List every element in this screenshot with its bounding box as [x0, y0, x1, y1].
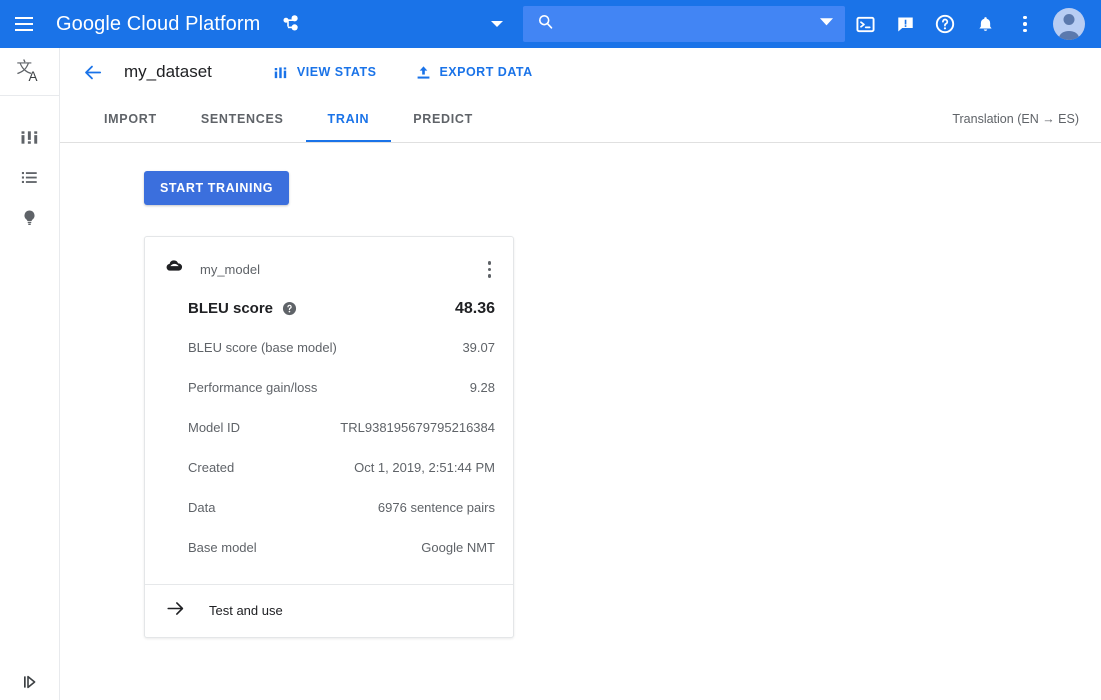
- list-icon: [20, 168, 39, 192]
- start-training-button[interactable]: START TRAINING: [144, 171, 289, 205]
- row-label: Model ID: [165, 420, 340, 435]
- left-rail: 文 A: [0, 48, 60, 700]
- app-root: Google Cloud Platform: [0, 0, 1101, 700]
- project-chevron-down-icon[interactable]: [477, 0, 517, 48]
- row-label: Performance gain/loss: [165, 380, 470, 395]
- model-card-body: BLEU score 48.36: [145, 286, 513, 584]
- sidebar-item-datasets[interactable]: [0, 160, 59, 200]
- tab-predict-label: PREDICT: [413, 112, 473, 126]
- tab-predict[interactable]: PREDICT: [391, 96, 495, 142]
- search-dropdown-chevron-down-icon[interactable]: [820, 15, 833, 33]
- model-card-more-options-icon[interactable]: [484, 257, 496, 282]
- row-value: Oct 1, 2019, 2:51:44 PM: [354, 460, 495, 475]
- row-label: Base model: [165, 540, 421, 555]
- tab-import[interactable]: IMPORT: [82, 96, 179, 142]
- table-row: Performance gain/loss 9.28: [165, 368, 495, 408]
- tab-train[interactable]: TRAIN: [306, 96, 392, 142]
- hamburger-menu-icon[interactable]: [0, 0, 48, 48]
- upload-icon: [416, 65, 431, 80]
- rail-item-list: [0, 96, 59, 240]
- bar-chart-icon: [274, 65, 289, 80]
- tab-import-label: IMPORT: [104, 112, 157, 126]
- help-icon[interactable]: [925, 0, 965, 48]
- row-value: 6976 sentence pairs: [378, 500, 495, 515]
- notifications-bell-icon[interactable]: [965, 0, 1005, 48]
- export-data-label: EXPORT DATA: [439, 65, 532, 79]
- table-row: Created Oct 1, 2019, 2:51:44 PM: [165, 448, 495, 488]
- tab-sentences-label: SENTENCES: [201, 112, 284, 126]
- bleu-score-row: BLEU score 48.36: [165, 286, 495, 328]
- row-label: Data: [165, 500, 378, 515]
- row-value: 9.28: [470, 380, 495, 395]
- bleu-score-value: 48.36: [455, 300, 495, 318]
- model-name-label: my_model: [200, 262, 484, 277]
- arrow-right-icon: [165, 598, 186, 624]
- view-stats-button[interactable]: VIEW STATS: [274, 65, 377, 80]
- view-stats-label: VIEW STATS: [297, 65, 377, 79]
- bleu-score-label-wrap: BLEU score: [165, 300, 455, 317]
- test-and-use-button[interactable]: Test and use: [145, 584, 513, 637]
- tab-bar-spacer: [495, 96, 952, 142]
- test-and-use-label: Test and use: [209, 603, 283, 618]
- page-title: my_dataset: [124, 62, 212, 82]
- table-row: Model ID TRL938195679795216384: [165, 408, 495, 448]
- project-nodes-icon[interactable]: [274, 0, 308, 48]
- sidebar-item-dashboard[interactable]: [0, 120, 59, 160]
- row-value: Google NMT: [421, 540, 495, 555]
- expand-panel-icon[interactable]: [0, 672, 59, 692]
- tab-bar: IMPORT SENTENCES TRAIN PREDICT Translati…: [60, 96, 1101, 143]
- content-area: START TRAINING my_model: [60, 143, 1101, 700]
- feedback-icon[interactable]: [885, 0, 925, 48]
- main-panel: my_dataset VIEW STATS: [60, 48, 1101, 700]
- help-circle-icon[interactable]: [282, 301, 297, 316]
- body-wrapper: 文 A: [0, 48, 1101, 700]
- row-value: TRL938195679795216384: [340, 420, 495, 435]
- table-row: Data 6976 sentence pairs: [165, 488, 495, 528]
- row-value: 39.07: [462, 340, 495, 355]
- tab-sentences[interactable]: SENTENCES: [179, 96, 306, 142]
- search-input[interactable]: [568, 16, 820, 32]
- lightbulb-icon: [20, 208, 39, 232]
- tab-train-label: TRAIN: [328, 112, 370, 126]
- top-header-bar: Google Cloud Platform: [0, 0, 1101, 48]
- svg-text:A: A: [28, 69, 37, 84]
- table-row: Base model Google NMT: [165, 528, 495, 568]
- bleu-score-label: BLEU score: [188, 300, 273, 317]
- model-card-header: my_model: [145, 237, 513, 286]
- more-options-icon[interactable]: [1005, 0, 1045, 48]
- dataset-subheader: my_dataset VIEW STATS: [60, 48, 1101, 96]
- top-icon-group: [845, 0, 1093, 48]
- back-arrow-icon[interactable]: [78, 57, 108, 87]
- translation-icon[interactable]: 文 A: [0, 48, 59, 96]
- translation-direction-label: Translation (EN → ES): [952, 96, 1101, 142]
- sidebar-item-getting-started[interactable]: [0, 200, 59, 240]
- row-label: Created: [165, 460, 354, 475]
- cloud-shell-icon[interactable]: [845, 0, 885, 48]
- search-icon: [537, 13, 554, 35]
- row-label: BLEU score (base model): [165, 340, 462, 355]
- export-data-button[interactable]: EXPORT DATA: [416, 65, 532, 80]
- cloud-model-icon: [165, 257, 184, 281]
- model-card: my_model BLEU score: [144, 236, 514, 638]
- brand-title: Google Cloud Platform: [48, 13, 260, 36]
- dashboard-icon: [20, 128, 39, 152]
- user-avatar[interactable]: [1045, 0, 1093, 48]
- search-box[interactable]: [523, 6, 845, 42]
- table-row: BLEU score (base model) 39.07: [165, 328, 495, 368]
